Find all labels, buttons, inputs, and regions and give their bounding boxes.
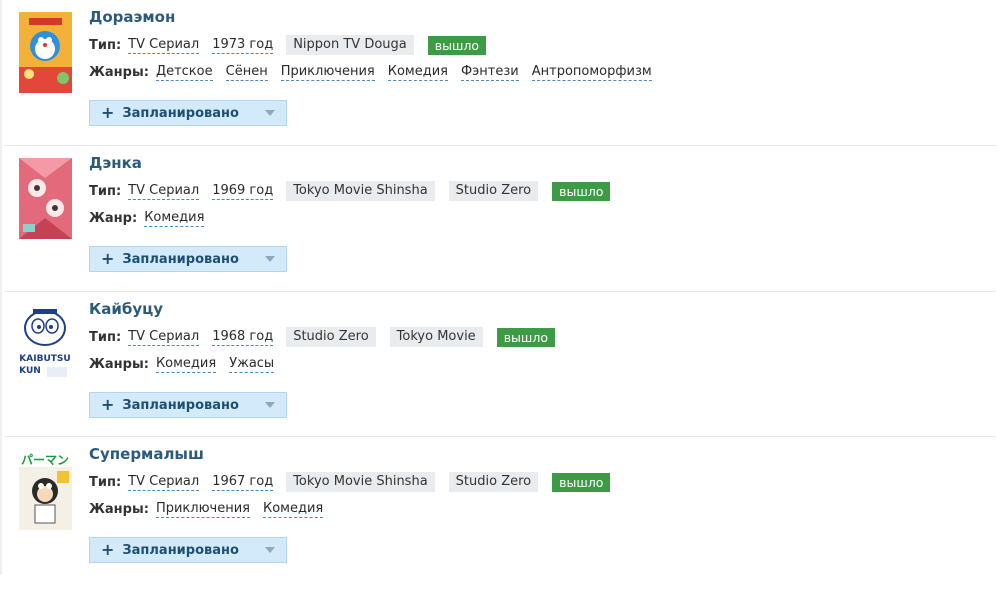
divider — [4, 436, 996, 437]
planned-label: Запланировано — [122, 397, 239, 413]
planned-label: Запланировано — [122, 105, 239, 121]
plus-icon: + — [101, 540, 115, 559]
plus-icon: + — [101, 395, 115, 414]
genre-link[interactable]: Комедия — [387, 64, 448, 81]
type-link[interactable]: TV Сериал — [128, 183, 200, 200]
divider — [4, 291, 996, 292]
perman-poster[interactable]: パーマン — [19, 449, 72, 530]
type-row: Тип: TV Сериал 1968 год Studio Zero Toky… — [89, 326, 555, 348]
anime-title[interactable]: Супермалыш — [89, 445, 204, 463]
year-link[interactable]: 1969 год — [212, 183, 274, 200]
studio-chip[interactable]: Tokyo Movie Shinsha — [286, 181, 435, 201]
genre-link[interactable]: Приключения — [280, 64, 375, 81]
caret-down-icon — [265, 402, 275, 408]
anime-title[interactable]: Кайбуцу — [89, 300, 163, 318]
genre-link[interactable]: Комедия — [155, 356, 217, 373]
planned-label: Запланировано — [122, 542, 239, 558]
status-badge: вышло — [552, 472, 611, 492]
type-label: Тип: — [89, 329, 122, 345]
studio-chip[interactable]: Studio Zero — [448, 181, 539, 201]
genres-row: Жанры: Комедия Ужасы — [89, 353, 287, 375]
genre-link[interactable]: Сёнен — [225, 64, 268, 81]
genres-label: Жанры: — [89, 356, 149, 372]
anime-entry: KAIBUTSU KUN Кайбуцу Тип: TV Сериал 1968… — [0, 300, 999, 449]
planned-dropdown[interactable]: + Запланировано — [89, 537, 287, 563]
denka-poster[interactable] — [19, 158, 72, 239]
anime-entry: Дораэмон Тип: TV Сериал 1973 год Nippon … — [0, 8, 999, 157]
anime-entry: Дэнка Тип: TV Сериал 1969 год Tokyo Movi… — [0, 154, 999, 303]
plus-icon: + — [101, 249, 115, 268]
year-link[interactable]: 1967 год — [212, 474, 274, 491]
planned-dropdown[interactable]: + Запланировано — [89, 392, 287, 418]
type-link[interactable]: TV Сериал — [128, 329, 200, 346]
studio-chip[interactable]: Tokyo Movie Shinsha — [286, 472, 435, 492]
type-row: Тип: TV Сериал 1967 год Tokyo Movie Shin… — [89, 471, 611, 493]
anime-entry: パーマン Супермалыш Тип: TV Сериал 1967 год … — [0, 445, 999, 594]
genres-label: Жанр: — [89, 210, 138, 226]
type-label: Тип: — [89, 37, 122, 53]
studio-chip[interactable]: Tokyo Movie — [389, 327, 483, 347]
genre-link[interactable]: Антропоморфизм — [531, 64, 652, 81]
genres-row: Жанры: Детское Сёнен Приключения Комедия… — [89, 61, 665, 83]
status-badge: вышло — [552, 181, 611, 201]
genre-link[interactable]: Ужасы — [229, 356, 275, 373]
type-link[interactable]: TV Сериал — [128, 474, 200, 491]
type-link[interactable]: TV Сериал — [128, 37, 200, 54]
doraemon-poster[interactable] — [19, 12, 72, 93]
studio-chip[interactable]: Studio Zero — [448, 472, 539, 492]
kaibutsu-poster[interactable]: KAIBUTSU KUN — [19, 304, 72, 385]
genre-link[interactable]: Фэнтези — [460, 64, 519, 81]
poster-text: KUN — [19, 366, 41, 376]
caret-down-icon — [265, 256, 275, 262]
genre-link[interactable]: Детское — [155, 64, 213, 81]
poster-text: KAIBUTSU — [19, 354, 70, 364]
genres-row: Жанр: Комедия — [89, 207, 217, 229]
anime-title[interactable]: Дэнка — [89, 154, 142, 172]
plus-icon: + — [101, 103, 115, 122]
anime-title[interactable]: Дораэмон — [89, 8, 175, 26]
planned-dropdown[interactable]: + Запланировано — [89, 100, 287, 126]
year-link[interactable]: 1973 год — [212, 37, 274, 54]
divider — [4, 145, 996, 146]
genres-label: Жанры: — [89, 64, 149, 80]
status-badge: вышло — [427, 35, 487, 55]
status-badge: вышло — [496, 327, 555, 347]
genres-row: Жанры: Приключения Комедия — [89, 498, 336, 520]
poster-text: パーマン — [21, 453, 69, 467]
genre-link[interactable]: Комедия — [262, 501, 324, 518]
studio-chip[interactable]: Nippon TV Douga — [286, 35, 414, 55]
year-link[interactable]: 1968 год — [212, 329, 274, 346]
type-label: Тип: — [89, 474, 122, 490]
planned-label: Запланировано — [122, 251, 239, 267]
genre-link[interactable]: Комедия — [144, 210, 205, 227]
studio-chip[interactable]: Studio Zero — [286, 327, 376, 347]
caret-down-icon — [265, 547, 275, 553]
planned-dropdown[interactable]: + Запланировано — [89, 246, 287, 272]
genres-label: Жанры: — [89, 501, 149, 517]
genre-link[interactable]: Приключения — [155, 501, 250, 518]
type-row: Тип: TV Сериал 1973 год Nippon TV Douga … — [89, 34, 487, 56]
caret-down-icon — [265, 110, 275, 116]
type-row: Тип: TV Сериал 1969 год Tokyo Movie Shin… — [89, 180, 611, 202]
type-label: Тип: — [89, 183, 122, 199]
